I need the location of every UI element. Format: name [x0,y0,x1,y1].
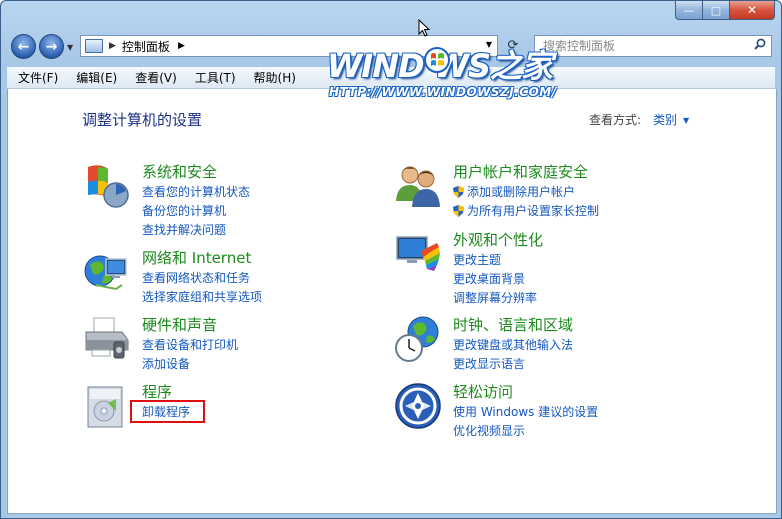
menu-bar: 文件(F) 编辑(E) 查看(V) 工具(T) 帮助(H) [7,67,775,89]
arrow-right-icon: → [45,38,58,55]
category-title-appearance[interactable]: 外观和个性化 [453,229,543,250]
link-add-remove-user[interactable]: 添加或删除用户帐户 [453,183,599,202]
users-icon[interactable] [393,161,443,211]
menu-file[interactable]: 文件(F) [7,69,65,86]
address-dropdown-icon[interactable]: ▼ [486,40,492,49]
ease-of-access-icon[interactable] [393,381,443,431]
content-pane: 调整计算机的设置 查看方式: 类别 ▼ 系统和安全 查看您的计算机状态 备份您的计… [7,89,777,514]
link-change-theme[interactable]: 更改主题 [453,251,537,270]
category-title-hardware-sound[interactable]: 硬件和声音 [142,314,217,335]
breadcrumb-control-panel[interactable]: 控制面板 [122,38,170,55]
link-homegroup-sharing[interactable]: 选择家庭组和共享选项 [142,288,262,307]
menu-tools[interactable]: 工具(T) [184,69,243,86]
category-title-user-accounts[interactable]: 用户帐户和家庭安全 [453,161,588,182]
back-button[interactable]: ← [11,34,36,59]
refresh-button[interactable]: ⟳ [503,38,523,56]
link-parental-controls[interactable]: 为所有用户设置家长控制 [453,202,599,221]
programs-box-icon[interactable] [82,381,132,431]
refresh-icon: ⟳ [507,38,519,53]
link-add-device[interactable]: 添加设备 [142,355,238,374]
security-shield-icon[interactable] [82,161,132,211]
minimize-icon: — [683,3,695,17]
annotation-highlight-box [130,400,205,423]
appearance-monitor-icon[interactable] [393,229,443,279]
maximize-icon: □ [710,3,722,17]
category-title-programs[interactable]: 程序 [142,381,172,402]
page-title: 调整计算机的设置 [82,111,203,129]
uac-shield-icon [453,205,464,217]
category-title-clock-language[interactable]: 时钟、语言和区域 [453,314,573,335]
link-backup-computer[interactable]: 备份您的计算机 [142,202,250,221]
arrow-left-icon: ← [17,38,30,55]
control-panel-window: — □ ✕ ← → ▼ ▶ 控制面板 ▶ ▼ ⟳ 搜索控制面板 WIND WS之… [0,0,782,519]
link-view-computer-status[interactable]: 查看您的计算机状态 [142,183,250,202]
breadcrumb-chevron-icon[interactable]: ▶ [178,41,185,51]
close-button[interactable]: ✕ [729,1,775,20]
network-globe-icon[interactable] [82,247,132,297]
clock-globe-icon[interactable] [393,314,443,364]
link-change-display-language[interactable]: 更改显示语言 [453,355,573,374]
search-input[interactable]: 搜索控制面板 [534,35,772,57]
printer-icon[interactable] [82,314,132,364]
uac-shield-icon [453,186,464,198]
address-bar[interactable]: ▶ 控制面板 ▶ ▼ [80,35,498,57]
maximize-button[interactable]: □ [702,1,729,20]
chevron-down-icon: ▼ [67,43,74,52]
link-change-keyboard-input[interactable]: 更改键盘或其他输入法 [453,336,573,355]
link-change-desktop-background[interactable]: 更改桌面背景 [453,270,537,289]
category-title-network-internet[interactable]: 网络和 Internet [142,247,251,268]
navigation-bar: ← → ▼ ▶ 控制面板 ▶ ▼ ⟳ 搜索控制面板 [1,29,781,63]
chevron-down-icon: ▼ [683,116,690,125]
menu-help[interactable]: 帮助(H) [243,69,303,86]
breadcrumb-separator-icon[interactable]: ▶ [109,41,116,51]
view-mode-label: 查看方式: [589,113,642,127]
forward-button[interactable]: → [39,34,64,59]
menu-view[interactable]: 查看(V) [124,69,184,86]
link-text[interactable]: 为所有用户设置家长控制 [467,204,599,218]
link-adjust-resolution[interactable]: 调整屏幕分辨率 [453,289,537,308]
close-icon: ✕ [746,3,758,17]
control-panel-icon [85,39,103,53]
view-mode-value: 类别 [653,113,678,127]
search-icon[interactable] [754,38,766,50]
link-view-network-status[interactable]: 查看网络状态和任务 [142,269,262,288]
recent-pages-dropdown[interactable]: ▼ [67,43,73,52]
link-use-windows-recommended[interactable]: 使用 Windows 建议的设置 [453,403,598,422]
mouse-cursor-icon [418,19,430,37]
caption-buttons: — □ ✕ [675,1,775,21]
link-troubleshoot[interactable]: 查找并解决问题 [142,221,250,240]
category-title-ease-of-access[interactable]: 轻松访问 [453,381,513,402]
link-text[interactable]: 添加或删除用户帐户 [467,185,575,199]
search-placeholder: 搜索控制面板 [543,39,616,53]
view-mode-dropdown[interactable]: 类别 ▼ [653,111,689,128]
category-title-system-security[interactable]: 系统和安全 [142,161,217,182]
link-view-devices-printers[interactable]: 查看设备和打印机 [142,336,238,355]
link-optimize-video[interactable]: 优化视频显示 [453,422,598,441]
menu-edit[interactable]: 编辑(E) [65,69,124,86]
minimize-button[interactable]: — [675,1,702,20]
